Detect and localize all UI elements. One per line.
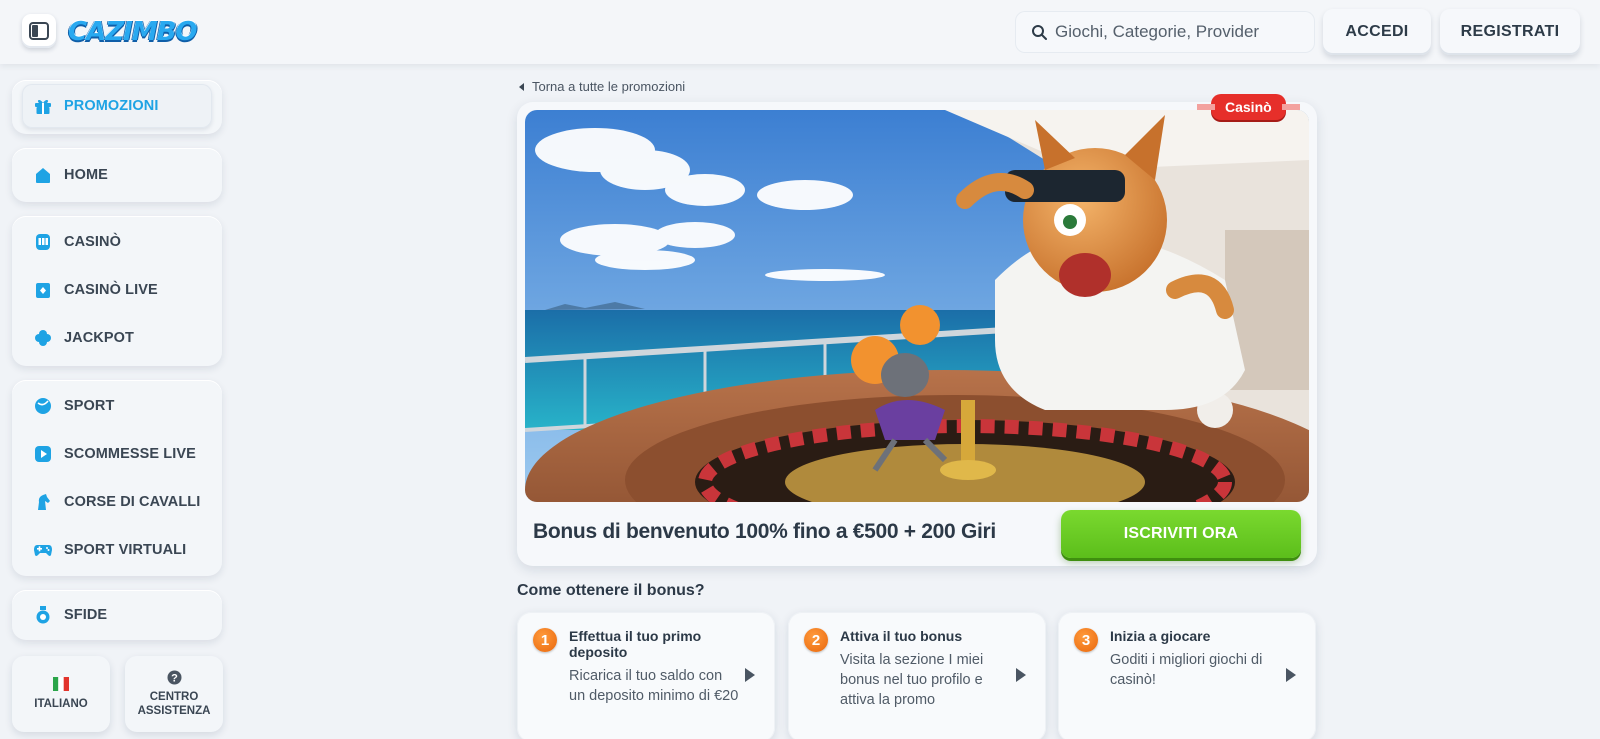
step-number-badge: 2 [804,628,828,652]
step-card-1[interactable]: 1 Effettua il tuo primo deposito Ricaric… [517,612,775,739]
sidebar-item-label: CASINÒ [64,234,121,250]
promotion-card: Casinò Bonus di benvenuto 100% fino a €5… [517,94,1317,566]
step-description: Goditi i migliori giochi di casinò! [1110,652,1263,688]
play-arrow-icon [745,668,755,682]
sidebar-item-live-casino[interactable]: CASINÒ LIVE [22,268,212,312]
sidebar-group-promotions: PROMOZIONI [12,80,222,134]
help-icon: ? [167,670,181,685]
sidebar-group-home: HOME [12,148,222,202]
help-label-line-2: ASSISTENZA [137,705,211,717]
sidebar-item-home[interactable]: HOME [22,153,212,197]
sidebar-group-challenges: SFIDE [12,590,222,640]
medal-icon [32,604,54,626]
step-number-badge: 3 [1074,628,1098,652]
back-link-label: Torna a tutte le promozioni [532,79,686,94]
sidebar-item-live-bets[interactable]: SCOMMESSE LIVE [22,432,212,476]
svg-text:?: ? [171,673,178,685]
sidebar-group-casino: CASINÒ CASINÒ LIVE JACKPOT [12,216,222,366]
language-selector[interactable]: ITALIANO [12,656,110,732]
cazimbo-logo[interactable]: CAZIMBO [68,10,198,54]
sidebar-group-sport: SPORT SCOMMESSE LIVE CORSE DI CAVALLI SP… [12,380,222,576]
step-title: Attiva il tuo bonus [840,628,963,644]
step-title: Effettua il tuo primo deposito [569,628,702,660]
sidebar-item-label: SPORT [64,398,115,414]
sidebar-item-horse-racing[interactable]: CORSE DI CAVALLI [22,480,212,524]
sidebar-item-casino[interactable]: CASINÒ [22,220,212,264]
search-bar[interactable] [1015,11,1315,53]
login-button[interactable]: ACCEDI [1323,9,1431,55]
sidebar-item-jackpot[interactable]: JACKPOT [22,316,212,360]
sidebar-item-label: SFIDE [64,607,108,623]
sidebar-item-label: PROMOZIONI [64,98,159,114]
language-label: ITALIANO [34,698,88,710]
ball-icon [32,395,54,417]
top-header: CAZIMBO ACCEDI REGISTRATI [0,0,1600,64]
sidebar-item-label: CASINÒ LIVE [64,282,158,298]
home-icon [32,164,54,186]
step-number-badge: 1 [533,628,557,652]
step-card-2[interactable]: 2 Attiva il tuo bonus Visita la sezione … [788,612,1046,739]
promotion-hero-image [525,110,1309,502]
play-icon [32,443,54,465]
slot-machine-icon [32,231,54,253]
search-input[interactable] [1055,22,1305,42]
gamepad-icon [32,539,54,561]
sidebar-item-promotions[interactable]: PROMOZIONI [22,84,212,128]
how-to-get-bonus-heading: Come ottenere il bonus? [517,582,705,599]
sidebar-item-label: HOME [64,167,108,183]
play-arrow-icon [1286,668,1296,682]
register-button[interactable]: REGISTRATI [1440,9,1580,55]
signup-now-button[interactable]: ISCRIVITI ORA [1061,510,1301,558]
sidebar-item-virtual-sports[interactable]: SPORT VIRTUALI [22,528,212,572]
sidebar-item-label: JACKPOT [64,330,134,346]
sidebar-item-label: SCOMMESSE LIVE [64,446,196,462]
sidebar-item-sport[interactable]: SPORT [22,384,212,428]
help-label-line-1: CENTRO [149,691,199,703]
step-description: Ricarica il tuo saldo con un deposito mi… [569,668,739,704]
logo-text: CAZIMBO [68,17,198,47]
sidebar-item-label: CORSE DI CAVALLI [64,494,201,510]
horse-icon [32,491,54,513]
play-arrow-icon [1016,668,1026,682]
sidebar-toggle-icon [29,22,49,40]
step-description: Visita la sezione I miei bonus nel tuo p… [840,652,984,708]
step-card-3[interactable]: 3 Inizia a giocare Goditi i migliori gio… [1058,612,1316,739]
caret-left-icon [519,82,524,91]
italy-flag-icon [53,677,69,691]
back-to-promotions-link[interactable]: Torna a tutte le promozioni [518,79,685,94]
promotion-title: Bonus di benvenuto 100% fino a €500 + 20… [533,520,996,543]
sidebar-toggle-button[interactable] [22,14,56,48]
gift-icon [32,95,54,117]
live-cards-icon [32,279,54,301]
clover-icon [32,327,54,349]
search-icon [1032,25,1047,40]
sidebar-item-challenges[interactable]: SFIDE [22,593,212,637]
category-badge: Casinò [1197,94,1300,120]
step-title: Inizia a giocare [1110,628,1211,644]
help-center-button[interactable]: ? CENTRO ASSISTENZA [125,656,223,732]
sidebar-item-label: SPORT VIRTUALI [64,542,187,558]
